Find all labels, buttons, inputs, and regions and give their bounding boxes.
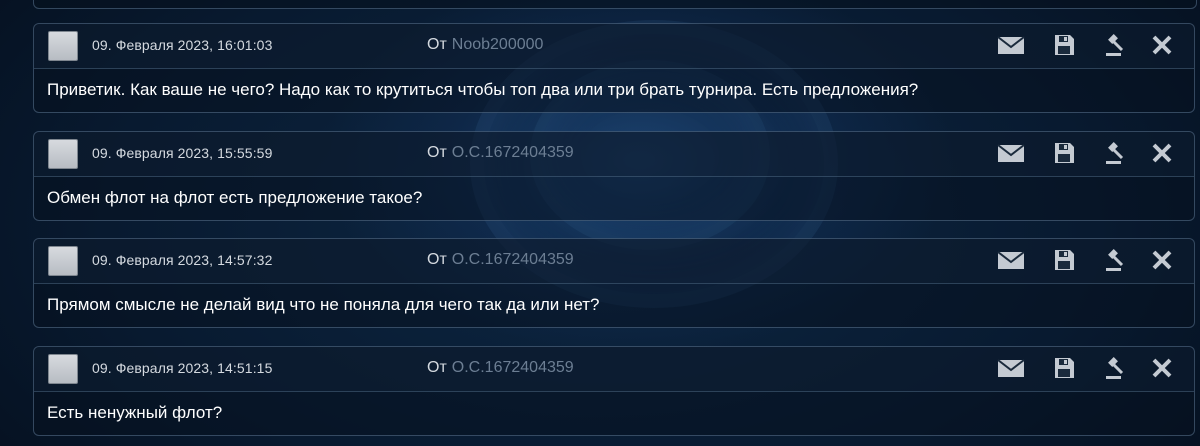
message-from: От O.C.1672404359 xyxy=(427,359,574,377)
message-date: 09. Февраля 2023, 14:57:32 xyxy=(92,252,273,268)
save-icon xyxy=(1055,358,1074,378)
gavel-icon xyxy=(1106,249,1124,271)
reply-button[interactable] xyxy=(997,357,1025,381)
message-actions xyxy=(979,347,1194,391)
message-date: 09. Февраля 2023, 15:55:59 xyxy=(92,145,273,161)
delete-button[interactable] xyxy=(1151,142,1179,166)
report-button[interactable] xyxy=(1103,249,1131,273)
reply-button[interactable] xyxy=(997,249,1025,273)
message-actions xyxy=(979,24,1194,68)
save-button[interactable] xyxy=(1053,34,1081,58)
from-label: От xyxy=(427,36,447,53)
reply-button[interactable] xyxy=(997,142,1025,166)
message-header: 09. Февраля 2023, 14:57:32 От O.C.1672404… xyxy=(34,239,1194,284)
mail-icon xyxy=(997,251,1025,269)
mail-icon xyxy=(997,359,1025,377)
message-text: Приветик. Как ваше не чего? Надо как то … xyxy=(47,80,919,99)
select-checkbox[interactable] xyxy=(48,31,78,61)
from-label: От xyxy=(427,359,447,376)
from-label: От xyxy=(427,144,447,161)
sender-name[interactable]: O.C.1672404359 xyxy=(452,359,574,376)
close-icon xyxy=(1152,250,1172,270)
save-icon xyxy=(1055,250,1074,270)
message-header: 09. Февраля 2023, 15:55:59 От O.C.1672404… xyxy=(34,132,1194,177)
select-checkbox[interactable] xyxy=(48,246,78,276)
close-icon xyxy=(1152,143,1172,163)
gavel-icon xyxy=(1106,34,1124,56)
gavel-icon xyxy=(1106,357,1124,379)
message-from: От Noob200000 xyxy=(427,36,543,54)
save-icon xyxy=(1055,35,1074,55)
reply-button[interactable] xyxy=(997,34,1025,58)
message-header: 09. Февраля 2023, 14:51:15 От O.C.1672404… xyxy=(34,347,1194,392)
message-text: Есть ненужный флот? xyxy=(47,403,223,422)
message-from: От O.C.1672404359 xyxy=(427,251,574,269)
close-icon xyxy=(1152,35,1172,55)
select-checkbox[interactable] xyxy=(48,354,78,384)
gavel-icon xyxy=(1106,142,1124,164)
save-button[interactable] xyxy=(1053,357,1081,381)
message-from: От O.C.1672404359 xyxy=(427,144,574,162)
delete-button[interactable] xyxy=(1151,249,1179,273)
message-item: 09. Февраля 2023, 14:51:15 От O.C.1672404… xyxy=(33,346,1195,436)
message-text: Обмен флот на флот есть предложение тако… xyxy=(47,188,423,207)
message-item: 09. Февраля 2023, 14:57:32 От O.C.1672404… xyxy=(33,238,1195,328)
report-button[interactable] xyxy=(1103,142,1131,166)
save-button[interactable] xyxy=(1053,142,1081,166)
mail-icon xyxy=(997,144,1025,162)
message-date: 09. Февраля 2023, 16:01:03 xyxy=(92,37,273,53)
message-date: 09. Февраля 2023, 14:51:15 xyxy=(92,360,273,376)
report-button[interactable] xyxy=(1103,357,1131,381)
sender-name[interactable]: Noob200000 xyxy=(452,36,544,53)
message-list-screen: 09. Февраля 2023, 16:01:03 От Noob200000 xyxy=(0,0,1200,446)
save-icon xyxy=(1055,143,1074,163)
sender-name[interactable]: O.C.1672404359 xyxy=(452,251,574,268)
report-button[interactable] xyxy=(1103,34,1131,58)
message-item: 09. Февраля 2023, 15:55:59 От O.C.1672404… xyxy=(33,131,1195,221)
close-icon xyxy=(1152,358,1172,378)
save-button[interactable] xyxy=(1053,249,1081,273)
message-actions xyxy=(979,132,1194,176)
message-actions xyxy=(979,239,1194,283)
delete-button[interactable] xyxy=(1151,34,1179,58)
mail-icon xyxy=(997,36,1025,54)
message-text: Прямом смысле не делай вид что не поняла… xyxy=(47,295,600,314)
message-item: 09. Февраля 2023, 16:01:03 От Noob200000 xyxy=(33,23,1195,113)
select-checkbox[interactable] xyxy=(48,139,78,169)
delete-button[interactable] xyxy=(1151,357,1179,381)
sender-name[interactable]: O.C.1672404359 xyxy=(452,144,574,161)
from-label: От xyxy=(427,251,447,268)
message-header: 09. Февраля 2023, 16:01:03 От Noob200000 xyxy=(34,24,1194,69)
previous-message-edge xyxy=(33,0,1197,9)
